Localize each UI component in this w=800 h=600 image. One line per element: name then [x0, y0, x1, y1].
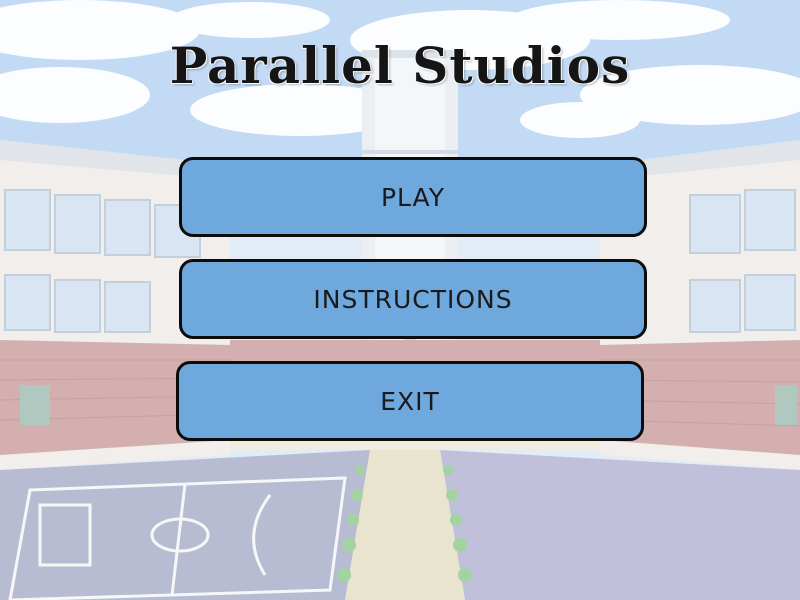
- exit-button[interactable]: EXIT: [176, 361, 644, 441]
- game-title: Parallel Studios: [169, 36, 631, 95]
- instructions-button[interactable]: INSTRUCTIONS: [179, 259, 647, 339]
- play-button-label: PLAY: [380, 182, 445, 212]
- exit-button-label: EXIT: [380, 386, 440, 416]
- instructions-button-label: INSTRUCTIONS: [313, 284, 513, 314]
- play-button[interactable]: PLAY: [179, 157, 647, 237]
